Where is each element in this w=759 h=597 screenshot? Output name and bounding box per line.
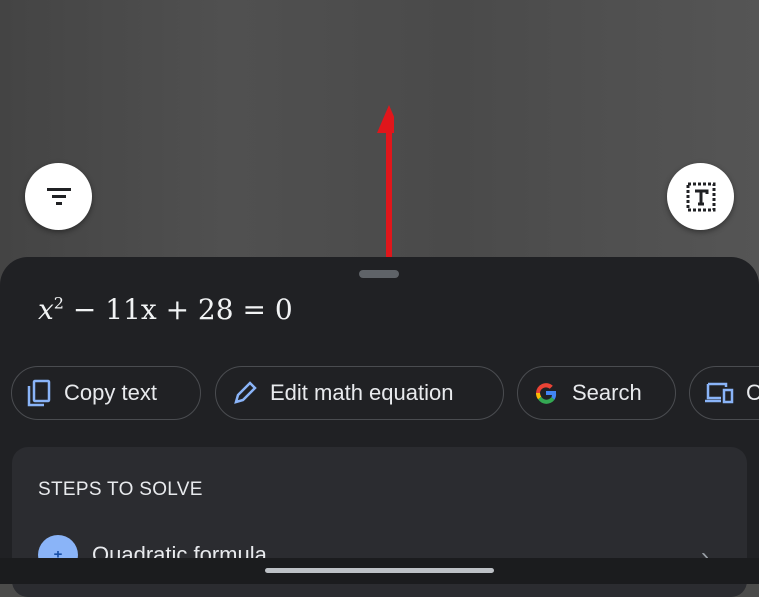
results-sheet: x2 − 11x + 28 = 0 Copy text Edit math eq…: [0, 257, 759, 597]
filter-button[interactable]: [25, 163, 92, 230]
home-gesture-bar[interactable]: [265, 568, 494, 573]
copy-text-chip[interactable]: Copy text: [11, 366, 201, 420]
drag-handle[interactable]: [359, 270, 399, 278]
edit-math-chip[interactable]: Edit math equation: [215, 366, 504, 420]
devices-chip[interactable]: C: [689, 366, 759, 420]
annotation-arrow: [377, 105, 394, 265]
chip-label: Search: [572, 380, 642, 405]
recognized-equation: x2 − 11x + 28 = 0: [38, 293, 293, 326]
copy-icon: [27, 379, 51, 407]
pencil-icon: [234, 381, 257, 404]
steps-title: STEPS TO SOLVE: [38, 479, 203, 500]
chip-label: Edit math equation: [270, 380, 454, 405]
eq-rest: − 11x + 28 = 0: [63, 293, 293, 326]
filter-icon: [46, 187, 71, 205]
search-chip[interactable]: Search: [517, 366, 676, 420]
action-chips: Copy text Edit math equation Search C: [0, 366, 759, 420]
eq-base: x: [38, 293, 54, 326]
devices-icon: [705, 382, 734, 404]
google-icon: [535, 383, 557, 404]
system-nav-bar: [0, 558, 759, 584]
eq-exponent: 2: [53, 293, 64, 313]
text-select-button[interactable]: [667, 163, 734, 230]
chip-label: Copy text: [64, 380, 157, 405]
chip-label: C: [746, 380, 759, 406]
text-select-icon: [686, 182, 715, 211]
